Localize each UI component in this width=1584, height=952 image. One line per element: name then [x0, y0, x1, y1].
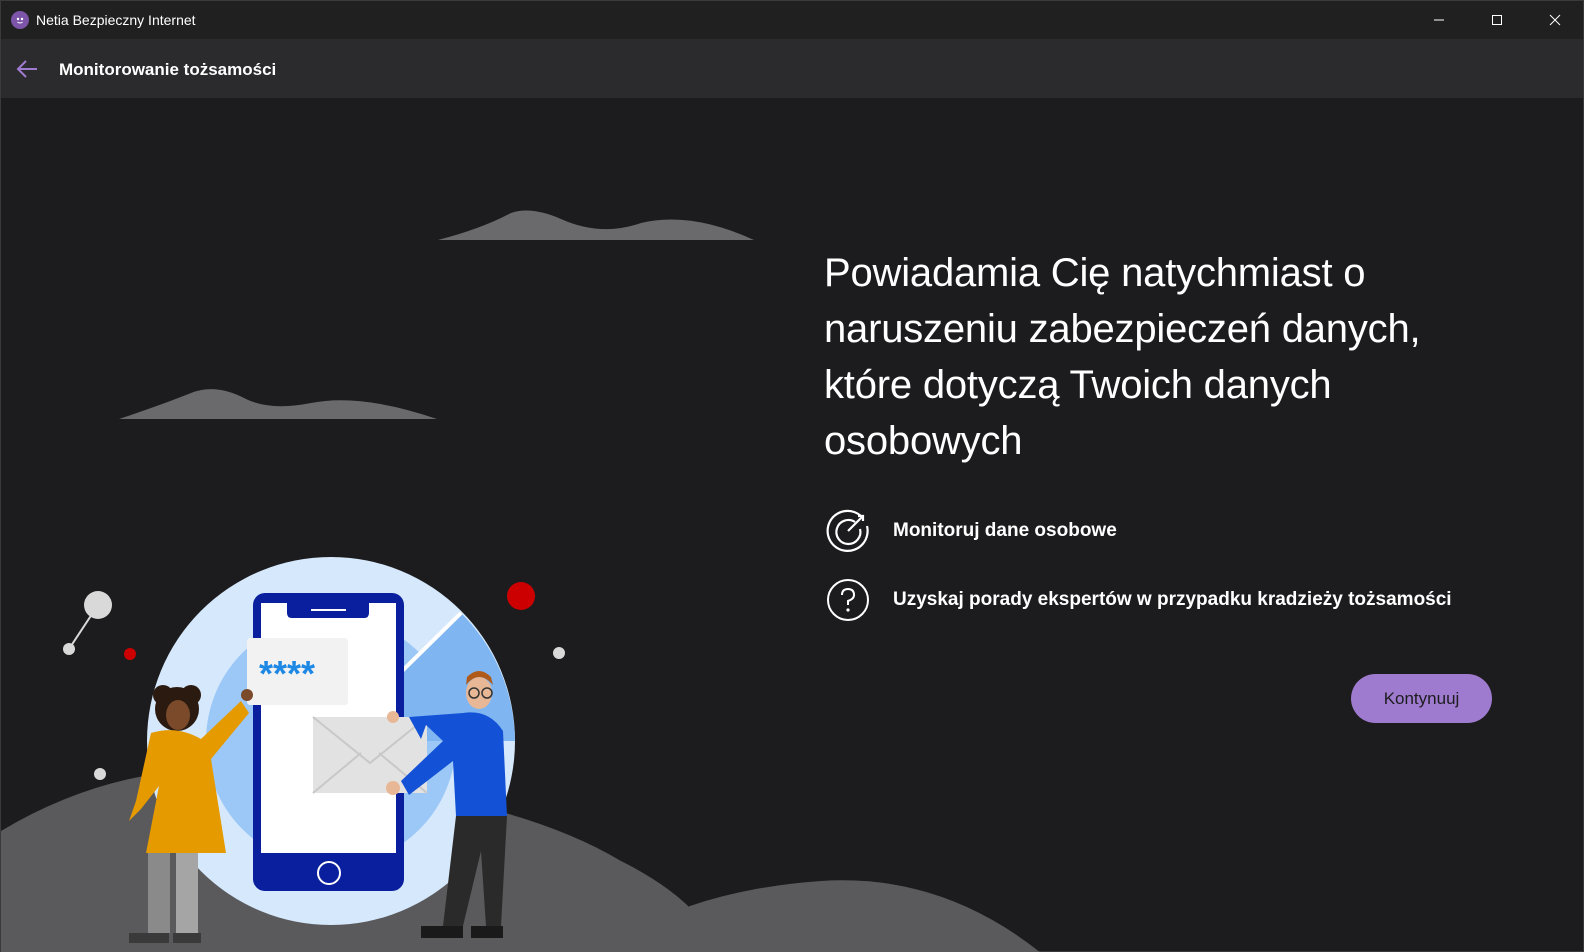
close-button[interactable]: [1526, 1, 1584, 39]
target-radar-icon: [825, 508, 871, 554]
close-icon: [1549, 14, 1561, 26]
back-button[interactable]: [11, 53, 43, 85]
arrow-left-icon: [16, 60, 37, 78]
question-circle-icon: [825, 577, 871, 623]
feature-expert-advice: Uzyskaj porady ekspertów w przypadku kra…: [825, 577, 1452, 623]
minimize-icon: [1434, 19, 1444, 21]
cloud-top: [438, 210, 754, 240]
page-header: Monitorowanie tożsamości: [1, 39, 1583, 98]
app-window: Netia Bezpieczny Internet Monitorowanie …: [0, 0, 1584, 952]
password-text: ****: [259, 653, 315, 694]
cloud-left: [119, 389, 437, 419]
page-title: Monitorowanie tożsamości: [59, 60, 277, 79]
maximize-button[interactable]: [1468, 1, 1526, 39]
feature-expert-advice-label: Uzyskaj porady ekspertów w przypadku kra…: [893, 589, 1452, 610]
feature-monitor: Monitoruj dane osobowe: [825, 508, 1117, 554]
maximize-icon: [1492, 15, 1502, 25]
main-headline: Powiadamia Cię natychmiast o naruszeniu …: [824, 251, 1421, 463]
feature-monitor-label: Monitoruj dane osobowe: [893, 520, 1117, 541]
app-logo-icon: [11, 11, 29, 29]
app-title: Netia Bezpieczny Internet: [36, 12, 196, 28]
continue-button[interactable]: Kontynuuj: [1351, 674, 1492, 723]
title-bar: Netia Bezpieczny Internet: [1, 1, 1583, 39]
minimize-button[interactable]: [1410, 1, 1468, 39]
